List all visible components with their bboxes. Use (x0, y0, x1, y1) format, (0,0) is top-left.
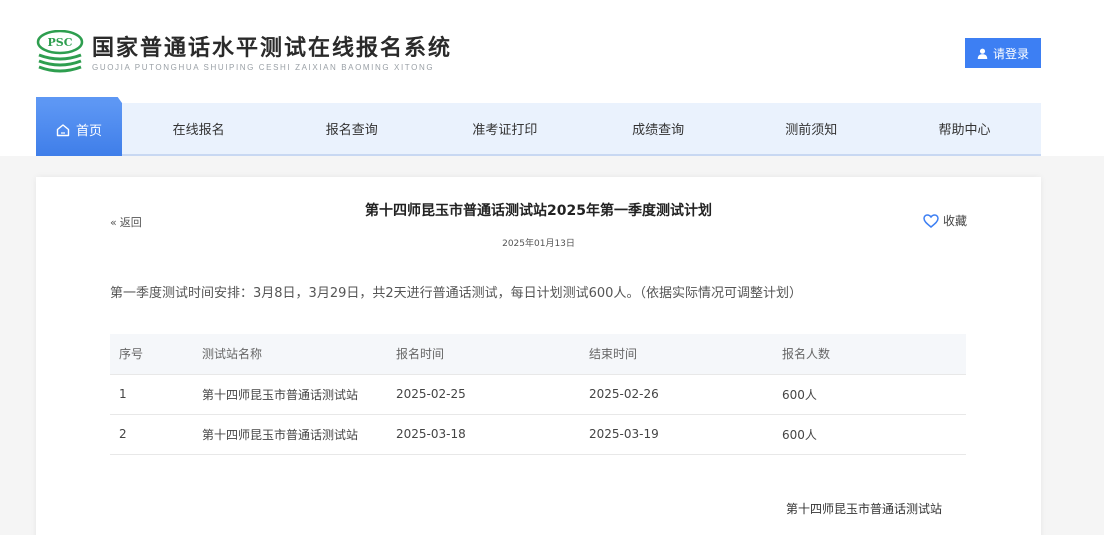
home-icon (56, 123, 70, 136)
cell-station: 第十四师昆玉市普通话测试站 (202, 387, 359, 402)
table-header-row: 序号 测试站名称 报名时间 结束时间 报名人数 (110, 334, 966, 374)
col-header-count: 报名人数 (782, 347, 831, 362)
cell-end-date: 2025-02-26 (589, 387, 659, 401)
cell-start-date: 2025-02-25 (396, 387, 466, 401)
table-row: 1 第十四师昆玉市普通话测试站 2025-02-25 2025-02-26 60… (110, 374, 966, 414)
cell-count: 600人 (782, 387, 817, 402)
article-intro: 第一季度测试时间安排：3月8日，3月29日，共2天进行普通话测试，每日计划测试6… (110, 286, 802, 301)
cell-start-date: 2025-03-18 (396, 427, 466, 441)
login-button[interactable]: 请登录 (965, 38, 1041, 68)
nav-item-online-registration[interactable]: 在线报名 (122, 103, 275, 154)
nav-item-score-query[interactable]: 成绩查询 (582, 103, 735, 154)
psc-logo-icon: PSC (36, 29, 84, 76)
favorite-label: 收藏 (943, 214, 968, 228)
nav-home-label: 首页 (75, 124, 102, 139)
article-title: 第十四师昆玉市普通话测试站2025年第一季度测试计划 (365, 203, 712, 219)
cell-index: 1 (119, 387, 127, 401)
site-logo[interactable]: PSC 国家普通话水平测试在线报名系统 GUOJIA PUTONGHUA SHU… (36, 29, 453, 76)
login-label: 请登录 (992, 46, 1029, 61)
col-header-index: 序号 (119, 347, 144, 362)
test-plan-table: 序号 测试站名称 报名时间 结束时间 报名人数 1 第十四师昆玉市普通话测试站 … (110, 334, 966, 455)
nav-item-home[interactable]: 首页 (36, 103, 122, 156)
article-date: 2025年01月13日 (502, 239, 575, 249)
site-title: 国家普通话水平测试在线报名系统 (92, 34, 453, 61)
col-header-start: 报名时间 (396, 347, 445, 362)
cell-end-date: 2025-03-19 (589, 427, 659, 441)
cell-station: 第十四师昆玉市普通话测试站 (202, 427, 359, 442)
favorite-button[interactable]: 收藏 (923, 212, 967, 229)
article-card: « 返回 第十四师昆玉市普通话测试站2025年第一季度测试计划 2025年01月… (36, 177, 1041, 535)
col-header-station: 测试站名称 (202, 347, 263, 362)
nav-item-pretest-notice[interactable]: 测前须知 (735, 103, 888, 154)
heart-icon (923, 213, 939, 228)
svg-text:PSC: PSC (48, 36, 73, 49)
main-nav: 首页 在线报名 报名查询 准考证打印 成绩查询 测前须知 帮助中心 (36, 103, 1041, 156)
cell-count: 600人 (782, 427, 817, 442)
nav-item-help-center[interactable]: 帮助中心 (888, 103, 1041, 154)
user-icon (977, 48, 988, 59)
nav-item-registration-query[interactable]: 报名查询 (275, 103, 428, 154)
article-signature: 第十四师昆玉市普通话测试站 (786, 502, 943, 516)
cell-index: 2 (119, 427, 127, 441)
site-subtitle: GUOJIA PUTONGHUA SHUIPING CESHI ZAIXIAN … (92, 62, 435, 72)
table-row: 2 第十四师昆玉市普通话测试站 2025-03-18 2025-03-19 60… (110, 414, 966, 454)
col-header-end: 结束时间 (589, 347, 638, 362)
nav-item-admission-ticket[interactable]: 准考证打印 (428, 103, 581, 154)
